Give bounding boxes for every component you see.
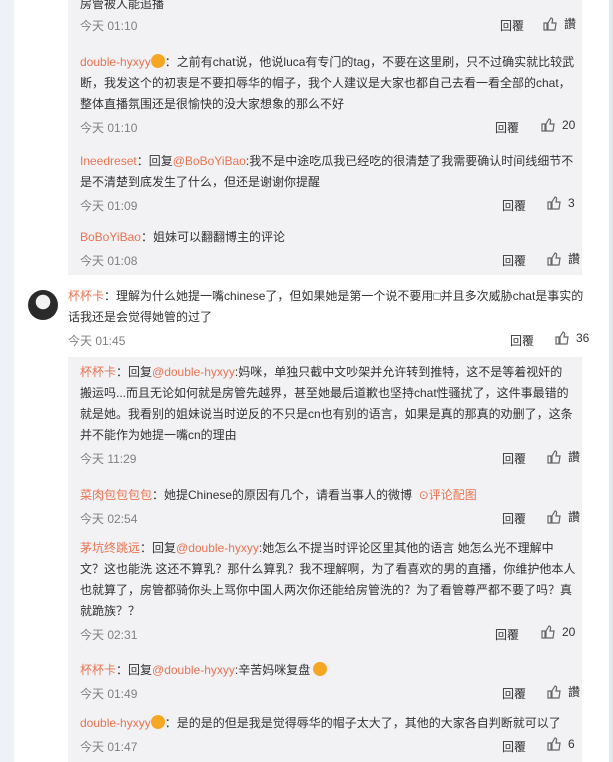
avatar[interactable] [28, 290, 58, 320]
like-button[interactable]: 讚 [546, 683, 580, 700]
username[interactable]: 杯杯卡 [68, 289, 104, 303]
username[interactable]: 茅坑终跳远 [80, 541, 140, 555]
like-count: 36 [576, 331, 590, 345]
timestamp: 今天 01:49 [80, 687, 138, 701]
reply-button[interactable]: 回覆 [502, 450, 526, 467]
reply-item: 菜肉包包包包：她提Chinese的原因有几个，请看当事人的微博 ⊙评论配图 今天… [80, 485, 580, 528]
comment-text: 杯杯卡：回复@double-hyxyy:妈咪，单独只截中文吵架并允许转到推特，这… [80, 365, 573, 442]
reply-button[interactable]: 回覆 [502, 252, 526, 269]
scrollbar[interactable] [609, 0, 613, 762]
reply-item: 房管被人能追播 今天 01:10 回覆 讚 [80, 0, 576, 35]
comment-text: 菜肉包包包包：她提Chinese的原因有几个，请看当事人的微博 ⊙评论配图 [80, 488, 477, 502]
reply-item: 杯杯卡：回复@double-hyxyy:辛苦妈咪复盘 今天 01:49 回覆 讚 [80, 660, 580, 703]
reply-button[interactable]: 回覆 [502, 685, 526, 702]
like-button[interactable]: 36 [554, 330, 589, 346]
like-count: 20 [562, 118, 576, 132]
like-count: 3 [568, 196, 575, 210]
vip-badge-icon [150, 54, 165, 68]
reply-button[interactable]: 回覆 [502, 197, 526, 214]
like-button[interactable]: 讚 [546, 250, 580, 267]
mention-link[interactable]: @BoBoYiBao [173, 154, 246, 168]
thumbs-up-icon [541, 625, 555, 639]
username[interactable]: 菜肉包包包包 [80, 488, 152, 502]
reply-item: 茅坑终跳远：回复@double-hyxyy:她怎么不提当时评论区里其他的语言 她… [80, 538, 576, 644]
timestamp: 今天 02:54 [80, 512, 138, 526]
username[interactable]: BoBoYiBao [80, 230, 141, 244]
username[interactable]: Ineedreset [80, 154, 137, 168]
reply-item: 杯杯卡：回复@double-hyxyy:妈咪，单独只截中文吵架并允许转到推特，这… [80, 362, 580, 468]
thumbs-up-icon [547, 737, 561, 751]
like-button[interactable]: 讚 [546, 508, 580, 525]
comment-text: 杯杯卡：回复@double-hyxyy:辛苦妈咪复盘 [80, 660, 576, 681]
username[interactable]: 杯杯卡 [80, 663, 116, 677]
like-button[interactable]: 3 [546, 195, 575, 211]
comment-text: 房管被人能追播 [80, 0, 165, 11]
like-button[interactable]: 20 [540, 624, 575, 640]
emoji-icon [313, 662, 328, 676]
like-label: 讚 [564, 17, 577, 31]
thumbs-up-icon [547, 251, 561, 266]
timestamp: 今天 02:31 [80, 628, 138, 642]
reply-button[interactable]: 回覆 [500, 17, 524, 34]
like-label: 讚 [568, 450, 581, 464]
comment-item: 杯杯卡：理解为什么她提一嘴chinese了，但如果她是第一个说不要用□并且多次威… [68, 286, 589, 350]
timestamp: 今天 01:10 [80, 19, 138, 33]
like-label: 讚 [568, 252, 581, 266]
thumbs-up-icon [547, 449, 561, 464]
reply-button[interactable]: 回覆 [495, 119, 519, 136]
thumbs-up-icon [547, 684, 561, 699]
timestamp: 今天 01:08 [80, 254, 138, 268]
timestamp: 今天 01:47 [80, 740, 138, 754]
comment-text: 杯杯卡：理解为什么她提一嘴chinese了，但如果她是第一个说不要用□并且多次威… [68, 289, 584, 324]
comment-text: double-hyxyy ：是的是的但是我是觉得辱华的帽子太大了，其他的大家各自判… [80, 715, 561, 730]
comment-text: Ineedreset：回复@BoBoYiBao:我不是中途吃瓜我已经吃的很清楚了… [80, 154, 574, 189]
mention-link[interactable]: @double-hyxyy [176, 541, 259, 555]
like-button[interactable]: 讚 [546, 448, 580, 465]
image-link-icon: ⊙ [418, 488, 429, 502]
reply-button[interactable]: 回覆 [510, 332, 534, 349]
reply-item: double-hyxyy ：是的是的但是我是觉得辱华的帽子太大了，其他的大家各自判… [80, 713, 576, 756]
like-label: 讚 [568, 510, 581, 524]
timestamp: 今天 01:45 [68, 334, 126, 348]
reply-button[interactable]: 回覆 [502, 738, 526, 755]
username[interactable]: 杯杯卡 [80, 365, 116, 379]
thumbs-up-icon [547, 196, 561, 210]
timestamp: 今天 11:29 [80, 452, 137, 466]
like-count: 6 [568, 737, 575, 751]
vip-badge-icon [150, 715, 165, 729]
timestamp: 今天 01:09 [80, 199, 138, 213]
thumbs-up-icon [543, 16, 557, 31]
page-gutter [0, 0, 14, 762]
thumbs-up-icon [547, 509, 561, 524]
like-button[interactable]: 6 [546, 736, 575, 752]
reply-item: BoBoYiBao：姐妹可以翻翻博主的评论 今天 01:08 回覆 讚 [80, 227, 580, 270]
like-button[interactable]: 讚 [542, 15, 576, 32]
username[interactable]: double-hyxyy [80, 716, 151, 730]
thumbs-up-icon [541, 118, 555, 132]
mention-link[interactable]: @double-hyxyy [152, 365, 235, 379]
like-button[interactable]: 20 [540, 117, 575, 133]
comment-text: 茅坑终跳远：回复@double-hyxyy:她怎么不提当时评论区里其他的语言 她… [80, 541, 576, 618]
reply-button[interactable]: 回覆 [495, 626, 519, 643]
comment-text: double-hyxyy ：之前有chat说，他说luca有专门的tag，不要在这… [80, 54, 575, 111]
like-count: 20 [562, 625, 576, 639]
mention-link[interactable]: @double-hyxyy [152, 663, 235, 677]
reply-button[interactable]: 回覆 [502, 510, 526, 527]
reply-item: Ineedreset：回复@BoBoYiBao:我不是中途吃瓜我已经吃的很清楚了… [80, 151, 576, 215]
reply-item: double-hyxyy ：之前有chat说，他说luca有专门的tag，不要在这… [80, 52, 576, 137]
comment-text: BoBoYiBao：姐妹可以翻翻博主的评论 [80, 230, 285, 244]
timestamp: 今天 01:10 [80, 121, 138, 135]
username[interactable]: double-hyxyy [80, 55, 151, 69]
thumbs-up-icon [555, 331, 569, 345]
image-link[interactable]: 评论配图 [429, 488, 477, 502]
like-label: 讚 [568, 685, 581, 699]
